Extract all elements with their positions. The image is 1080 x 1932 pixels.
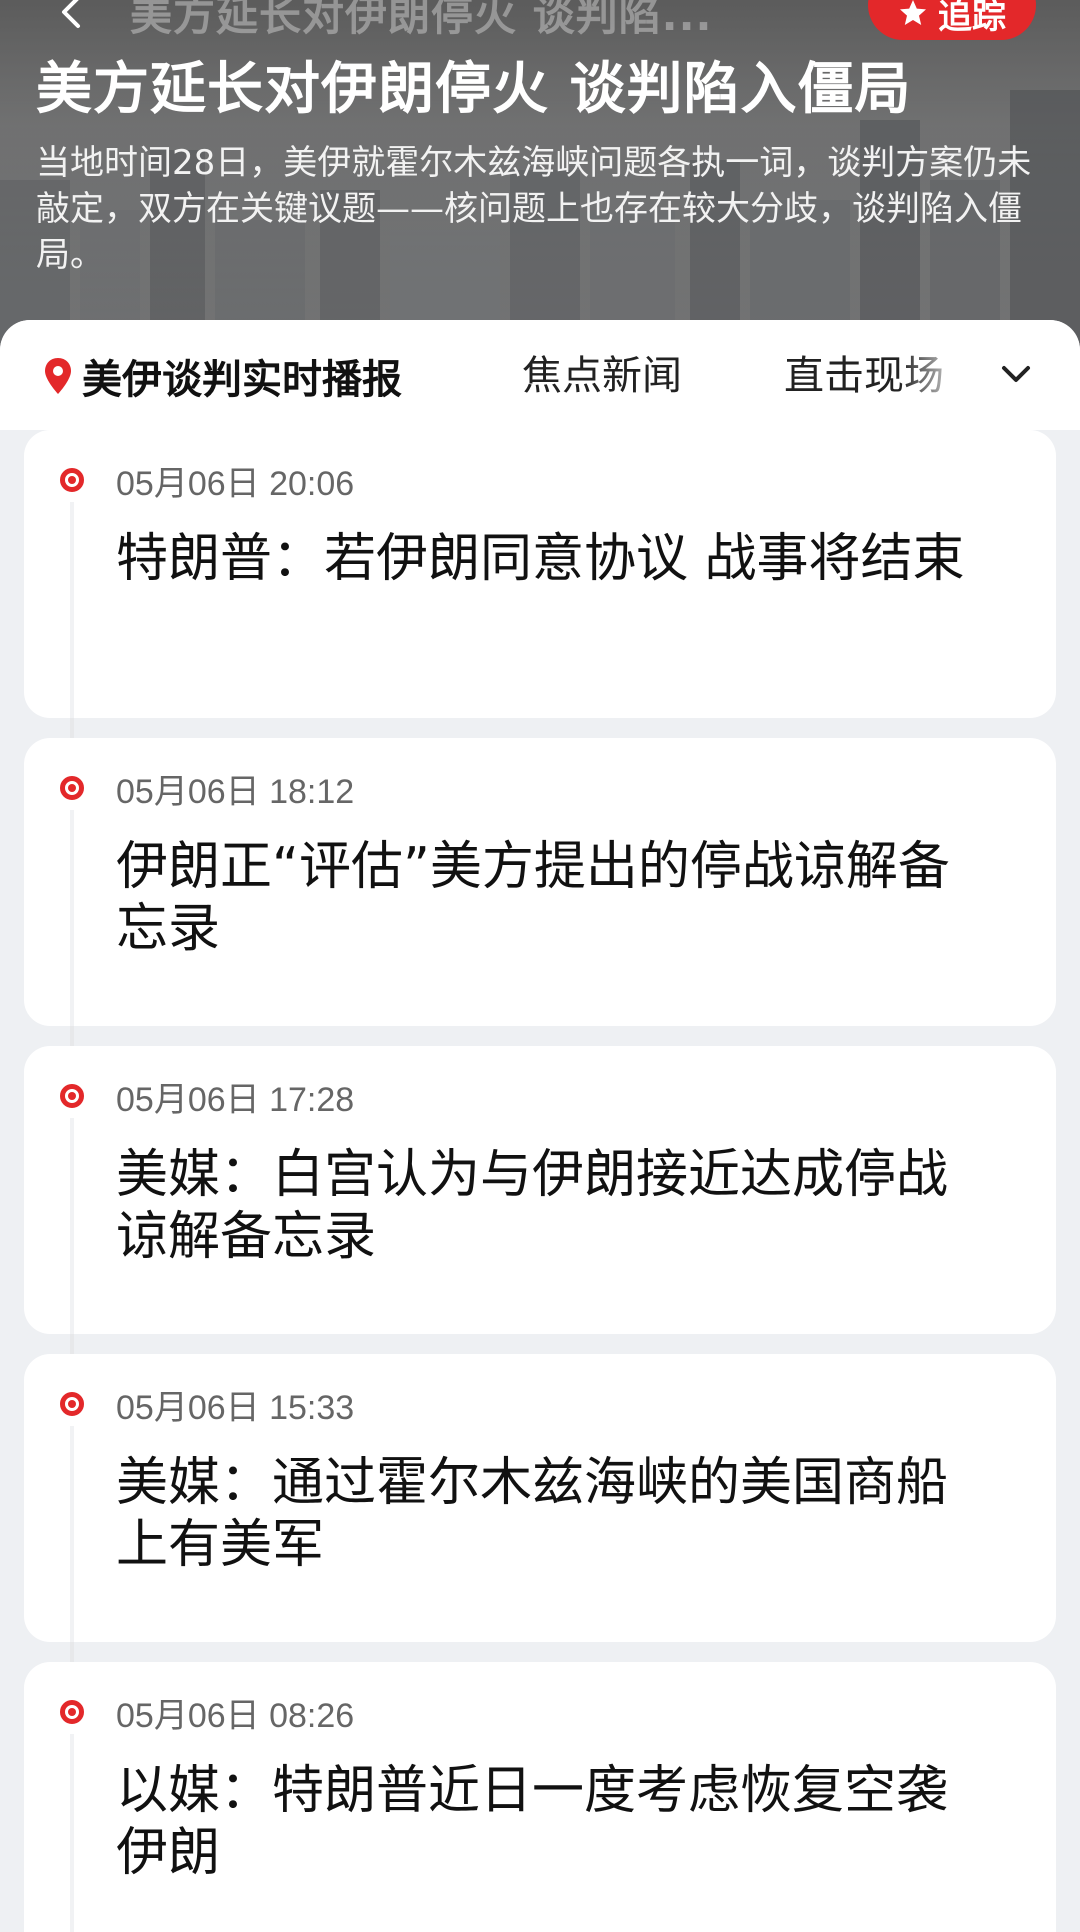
tab-overflow-fade bbox=[900, 340, 990, 410]
page-description: 当地时间28日，美伊就霍尔木兹海峡问题各执一词，谈判方案仍未敲定，双方在关键议题… bbox=[36, 143, 1032, 275]
location-pin-icon bbox=[45, 358, 71, 394]
collapsed-header-title: 美方延长对伊朗停火 谈判陷... bbox=[130, 0, 713, 40]
timeline-rail bbox=[70, 1426, 74, 1642]
timeline-rail bbox=[70, 810, 74, 1026]
chevron-down-icon[interactable] bbox=[996, 354, 1036, 394]
timeline-card[interactable]: 05月06日 18:12 伊朗正“评估”美方提出的停战谅解备忘录 bbox=[24, 738, 1056, 1026]
timeline-headline[interactable]: 以媒：特朗普近日一度考虑恢复空袭伊朗 bbox=[116, 1760, 996, 1884]
timeline-time: 05月06日 17:28 bbox=[116, 1081, 355, 1119]
timeline-card[interactable]: 05月06日 15:33 美媒：通过霍尔木兹海峡的美国商船上有美军 bbox=[24, 1354, 1056, 1642]
tab-live-broadcast[interactable]: 美伊谈判实时播报 bbox=[42, 348, 402, 404]
timeline-rail bbox=[70, 1734, 74, 1932]
follow-button[interactable]: 追踪 bbox=[868, 0, 1036, 40]
timeline-dot-icon bbox=[60, 468, 84, 492]
timeline-dot-icon bbox=[60, 776, 84, 800]
timeline-dot-icon bbox=[60, 1700, 84, 1724]
timeline-card[interactable]: 05月06日 08:26 以媒：特朗普近日一度考虑恢复空袭伊朗 bbox=[24, 1662, 1056, 1932]
timeline-time: 05月06日 18:12 bbox=[116, 773, 355, 811]
back-arrow-icon[interactable] bbox=[52, 0, 92, 34]
timeline-card[interactable]: 05月06日 20:06 特朗普：若伊朗同意协议 战事将结束 bbox=[24, 430, 1056, 718]
tab-live-broadcast-label: 美伊谈判实时播报 bbox=[82, 357, 402, 403]
page: 美方延长对伊朗停火 谈判陷... 追踪 美方延长对伊朗停火 谈判陷入僵局 当地时… bbox=[0, 0, 1080, 1932]
top-bar: 美方延长对伊朗停火 谈判陷... 追踪 bbox=[0, 0, 1080, 40]
timeline-rail bbox=[70, 1118, 74, 1334]
timeline-time: 05月06日 20:06 bbox=[116, 465, 355, 503]
star-icon bbox=[900, 0, 926, 25]
timeline-time: 05月06日 08:26 bbox=[116, 1697, 355, 1735]
timeline-rail bbox=[70, 502, 74, 718]
timeline-dot-icon bbox=[60, 1084, 84, 1108]
timeline-headline[interactable]: 美媒：通过霍尔木兹海峡的美国商船上有美军 bbox=[116, 1452, 996, 1576]
tab-focus-news[interactable]: 焦点新闻 bbox=[522, 348, 682, 404]
timeline-dot-icon bbox=[60, 1392, 84, 1416]
timeline-card[interactable]: 05月06日 17:28 美媒：白宫认为与伊朗接近达成停战谅解备忘录 bbox=[24, 1046, 1056, 1334]
page-title: 美方延长对伊朗停火 谈判陷入僵局 bbox=[36, 57, 912, 122]
timeline-headline[interactable]: 特朗普：若伊朗同意协议 战事将结束 bbox=[116, 528, 996, 590]
timeline-headline[interactable]: 伊朗正“评估”美方提出的停战谅解备忘录 bbox=[116, 836, 996, 960]
follow-button-label: 追踪 bbox=[938, 0, 1006, 37]
hero-banner: 美方延长对伊朗停火 谈判陷... 追踪 美方延长对伊朗停火 谈判陷入僵局 当地时… bbox=[0, 0, 1080, 360]
tab-bar: 美伊谈判实时播报 焦点新闻 直击现场 bbox=[0, 320, 1080, 430]
timeline-time: 05月06日 15:33 bbox=[116, 1389, 355, 1427]
timeline-headline[interactable]: 美媒：白宫认为与伊朗接近达成停战谅解备忘录 bbox=[116, 1144, 996, 1268]
